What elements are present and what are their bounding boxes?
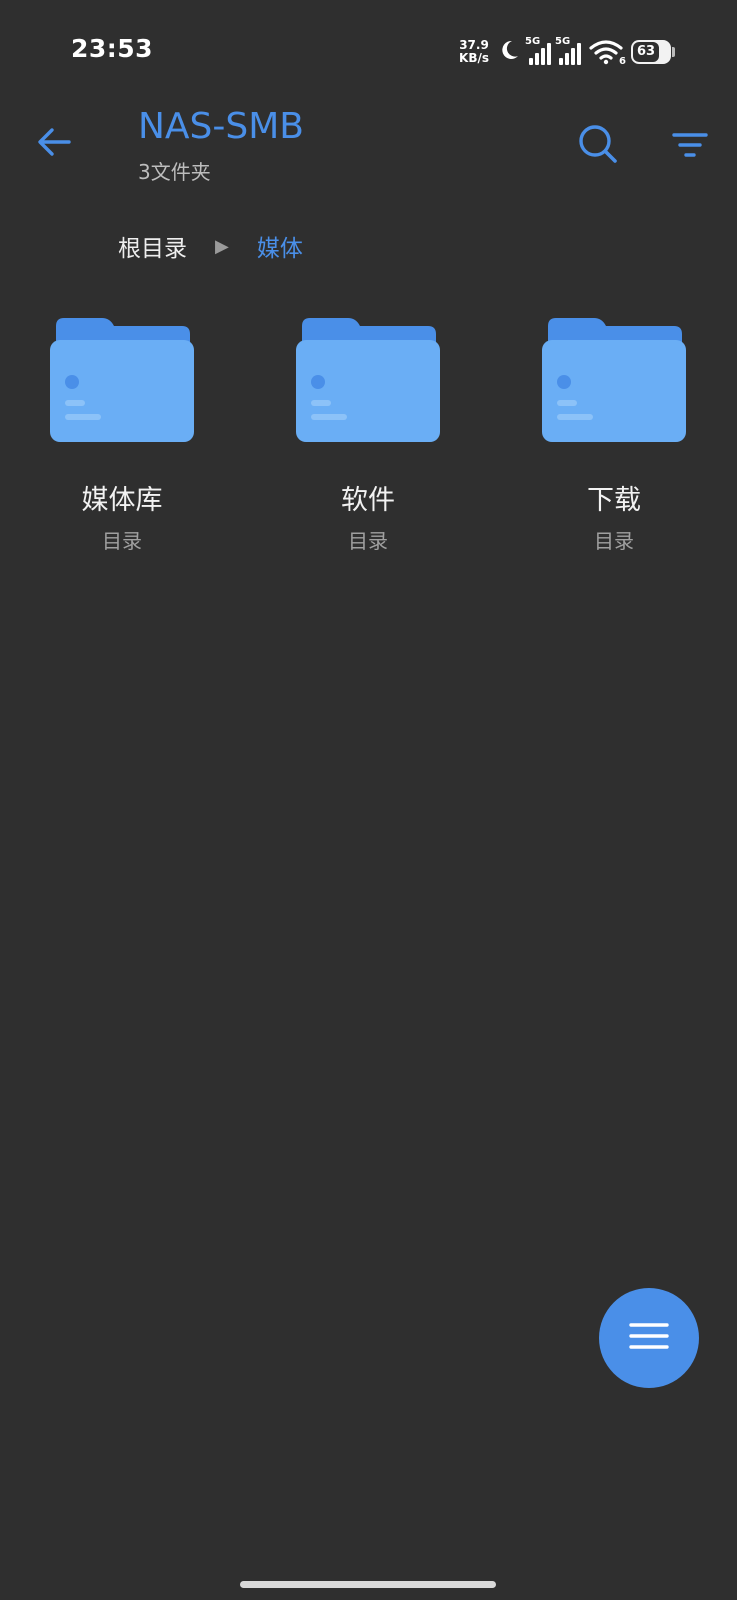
- folder-item-downloads[interactable]: 下载 目录: [514, 318, 714, 554]
- network-speed-unit: KB/s: [459, 51, 489, 65]
- menu-icon: [629, 1322, 669, 1354]
- folder-name: 下载: [587, 485, 641, 516]
- folder-type: 目录: [348, 529, 388, 553]
- folder-icon: [296, 318, 440, 442]
- folder-count: 3文件夹: [138, 160, 211, 184]
- network-speed: 37.9 KB/s: [459, 39, 489, 65]
- folder-name: 媒体库: [81, 485, 163, 516]
- folder-item-software[interactable]: 软件 目录: [268, 318, 468, 554]
- folder-type: 目录: [102, 529, 142, 553]
- menu-fab-button[interactable]: [599, 1288, 699, 1388]
- sort-button[interactable]: [668, 126, 712, 170]
- wifi-badge: 6: [619, 56, 626, 67]
- status-bar: 23:53 37.9 KB/s 5G 5G 6 63: [0, 0, 737, 100]
- search-icon: [577, 123, 619, 169]
- sim1-label: 5G: [525, 36, 541, 47]
- breadcrumb-root[interactable]: 根目录: [118, 229, 187, 263]
- home-indicator[interactable]: [240, 1581, 496, 1588]
- folder-name: 软件: [341, 485, 395, 516]
- arrow-left-icon: [36, 126, 72, 162]
- signal-icon-2: 5G: [555, 36, 581, 65]
- battery-level: 63: [633, 42, 659, 62]
- status-icons: 37.9 KB/s 5G 5G 6 63: [459, 34, 675, 70]
- folder-item-media-library[interactable]: 媒体库 目录: [22, 318, 222, 554]
- page-title: NAS-SMB: [138, 106, 305, 147]
- folder-type: 目录: [594, 529, 634, 553]
- folder-icon: [542, 318, 686, 442]
- breadcrumb-current[interactable]: 媒体: [257, 229, 303, 263]
- breadcrumb: 根目录 ▶ 媒体: [118, 226, 303, 266]
- status-time: 23:53: [71, 34, 154, 63]
- search-button[interactable]: [574, 122, 622, 170]
- back-button[interactable]: [32, 122, 76, 166]
- moon-icon: [497, 38, 521, 66]
- folder-icon: [50, 318, 194, 442]
- sort-icon: [672, 131, 708, 165]
- signal-icon: 5G: [525, 36, 551, 65]
- sim2-label: 5G: [555, 36, 571, 47]
- chevron-right-icon: ▶: [215, 235, 229, 257]
- wifi-icon: 6: [589, 39, 626, 67]
- battery-icon: 63: [631, 40, 675, 64]
